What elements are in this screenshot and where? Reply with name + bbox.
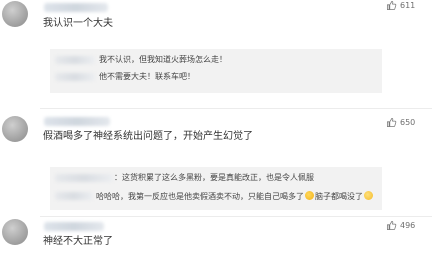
like-count: 611 [400,1,416,10]
reply-box: 我不认识，但我知道火葬场怎么走！ 他不需要大夫！联系车吧！ [50,49,382,93]
comment-text: 我认识一个大夫 [43,18,113,29]
reply-username-blurred[interactable] [55,73,95,81]
reply-text-part: 哈哈哈，我第一反应也是他卖假酒卖不动，只能自己喝多了 [96,192,304,201]
avatar[interactable] [2,116,28,142]
reply-text: 我不认识，但我知道火葬场怎么走！ [99,55,227,64]
comment-1: 611 我认识一个大夫 我不认识，但我知道火葬场怎么走！ 他不需要大夫！联系车吧… [0,0,432,98]
smirk-emoji-icon [305,191,314,200]
reply-text: 哈哈哈，我第一反应也是他卖假酒卖不动，只能自己喝多了 脑子都喝没了 [96,191,374,202]
comment-text: 神经不大正常了 [43,236,113,247]
reply-username-blurred[interactable] [55,192,93,200]
username-blurred[interactable] [44,3,108,12]
like-button[interactable]: 496 [386,220,415,231]
reply-username-blurred[interactable] [55,56,95,64]
thumbs-up-icon [386,220,397,231]
avatar[interactable] [2,219,28,245]
reply-text-part: 脑子都喝没了 [315,192,363,201]
reply-box: ：这货积累了这么多黑粉，要是真能改正，也是令人佩服 哈哈哈，我第一反应也是他卖假… [50,167,382,210]
reply-text: ：这货积累了这么多黑粉，要是真能改正，也是令人佩服 [114,173,314,182]
thumbs-up-icon [386,117,397,128]
like-count: 650 [400,118,416,127]
drool-emoji-icon [364,191,373,200]
comment-3: 496 神经不大正常了 [0,219,432,271]
like-button[interactable]: 611 [386,0,415,11]
thumbs-up-icon [386,0,397,11]
like-button[interactable]: 650 [386,117,415,128]
like-count: 496 [400,221,416,230]
comment-2: 650 假酒喝多了神经系统出问题了，开始产生幻觉了 ：这货积累了这么多黑粉，要是… [0,112,432,212]
reply-username-blurred[interactable] [55,174,113,182]
avatar[interactable] [2,1,28,27]
divider [40,216,432,217]
username-blurred[interactable] [44,222,104,231]
divider [40,108,432,109]
username-blurred[interactable] [44,117,110,126]
comment-text: 假酒喝多了神经系统出问题了，开始产生幻觉了 [43,131,253,142]
reply-text: 他不需要大夫！联系车吧！ [99,72,195,81]
